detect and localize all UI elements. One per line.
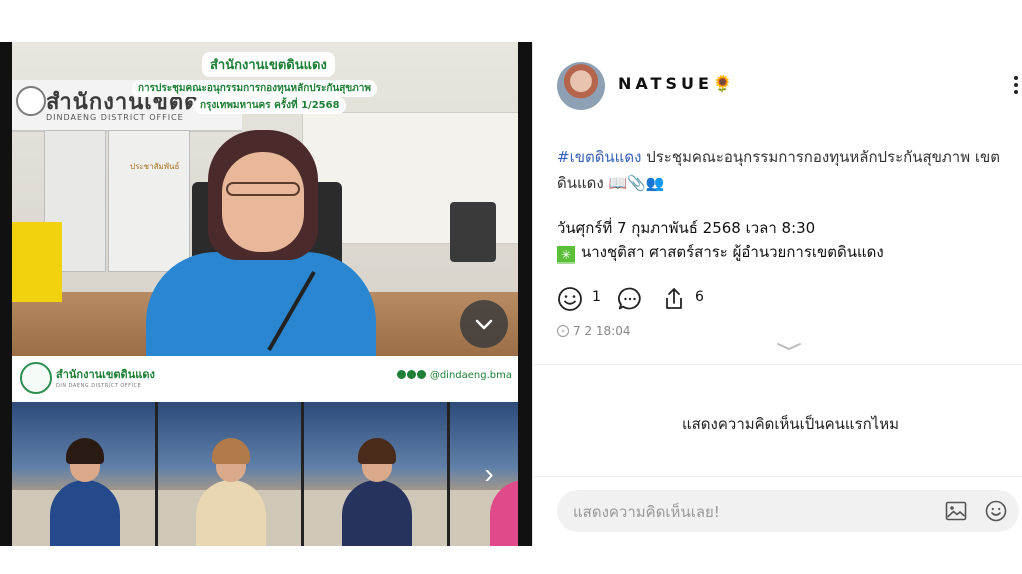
thumbnail-next-button[interactable]: ›	[474, 456, 504, 492]
section-divider	[533, 476, 1022, 477]
attach-image-button[interactable]	[945, 501, 967, 521]
timestamp-text: 7 2 18:04	[573, 324, 631, 338]
expand-caption-button[interactable]	[776, 340, 802, 354]
media-header-subtitle-2: กรุงเทพมหานคร ครั้งที่ 1/2568	[194, 97, 346, 114]
post-media[interactable]: สำนักงานเขตดินแดง DINDAENG DISTRICT OFFI…	[0, 42, 532, 546]
hero-photo: สำนักงานเขตดินแดง DINDAENG DISTRICT OFFI…	[12, 42, 518, 356]
thumb-person	[50, 480, 120, 546]
globe-icon	[557, 325, 569, 337]
person-line-text: นางชุติสา ศาสตร์สาระ ผู้อำนวยการเขตดินแด…	[581, 243, 884, 261]
media-footer-strip: สำนักงานเขตดินแดง DIN DAENG DISTRICT OFF…	[12, 356, 518, 402]
office-sign-english: DINDAENG DISTRICT OFFICE	[46, 113, 184, 122]
office-chair	[450, 202, 496, 262]
media-expand-button[interactable]	[460, 300, 508, 348]
section-divider	[533, 364, 1022, 365]
image-icon	[945, 501, 967, 521]
person-body	[146, 252, 376, 356]
thumbnail[interactable]	[158, 402, 301, 546]
instagram-icon	[406, 370, 416, 379]
avatar[interactable]	[557, 62, 605, 110]
hashtag-link[interactable]: #เขตดินแดง	[557, 148, 641, 166]
no-comments-message: แสดงความคิดเห็นเป็นคนแรกไหม	[681, 415, 900, 433]
yellow-table	[12, 222, 62, 302]
chevron-down-icon	[777, 343, 801, 350]
emoji-button[interactable]	[985, 500, 1007, 522]
line-icon	[416, 370, 426, 379]
post-caption: #เขตดินแดง ประชุมคณะอนุกรรมการกองทุนหลัก…	[557, 144, 1019, 196]
facebook-icon	[396, 370, 406, 379]
thumb-hair	[358, 438, 396, 464]
footer-handle: @dindaeng.bma	[429, 370, 512, 381]
person-face	[222, 152, 304, 252]
footer-social: @dindaeng.bma	[396, 370, 512, 381]
office-door	[108, 130, 190, 272]
more-options-button[interactable]	[1009, 72, 1022, 98]
smiley-icon	[985, 500, 1007, 522]
comment-composer	[557, 490, 1019, 534]
media-header-title: สำนักงานเขตดินแดง	[202, 52, 335, 77]
footer-office-sub: DIN DAENG DISTRICT OFFICE	[56, 383, 142, 389]
comment-button[interactable]	[617, 285, 643, 313]
media-header-subtitle: การประชุมคณะอนุกรรมการกองทุนหลักประกันสุ…	[132, 80, 377, 97]
thumbnail[interactable]	[12, 402, 155, 546]
caption-fade	[557, 262, 1019, 276]
more-vertical-icon	[1009, 76, 1022, 94]
share-count: 6	[695, 289, 704, 305]
door-label: ประชาสัมพันธ์	[130, 162, 180, 171]
panel-divider	[532, 42, 533, 546]
post-date-line: วันศุกร์ที่ 7 กุมภาพันธ์ 2568 เวลา 8:30	[557, 219, 816, 237]
like-button[interactable]	[557, 285, 583, 313]
thumbnail-strip: ›	[12, 402, 518, 546]
share-icon	[666, 288, 682, 309]
glasses	[226, 182, 300, 196]
smiley-icon	[558, 287, 582, 311]
thumb-hair	[212, 438, 250, 464]
chevron-right-icon: ›	[484, 458, 494, 489]
thumb-person	[342, 480, 412, 546]
share-button[interactable]	[661, 285, 687, 313]
thumb-hair	[66, 438, 104, 464]
comment-icon	[618, 287, 641, 310]
post-username[interactable]: NATSUE🌻	[618, 74, 737, 93]
comment-input[interactable]	[571, 490, 935, 534]
post-person-line: ✳ นางชุติสา ศาสตร์สาระ ผู้อำนวยการเขตดินแ…	[557, 240, 884, 264]
chevron-down-icon	[475, 319, 493, 330]
like-count: 1	[592, 289, 601, 305]
thumbnail[interactable]	[304, 402, 447, 546]
district-logo	[20, 362, 52, 394]
footer-office-name: สำนักงานเขตดินแดง	[56, 368, 155, 381]
office-seal-icon	[16, 86, 46, 116]
thumb-person	[196, 480, 266, 546]
post-timestamp: 7 2 18:04	[557, 324, 630, 338]
